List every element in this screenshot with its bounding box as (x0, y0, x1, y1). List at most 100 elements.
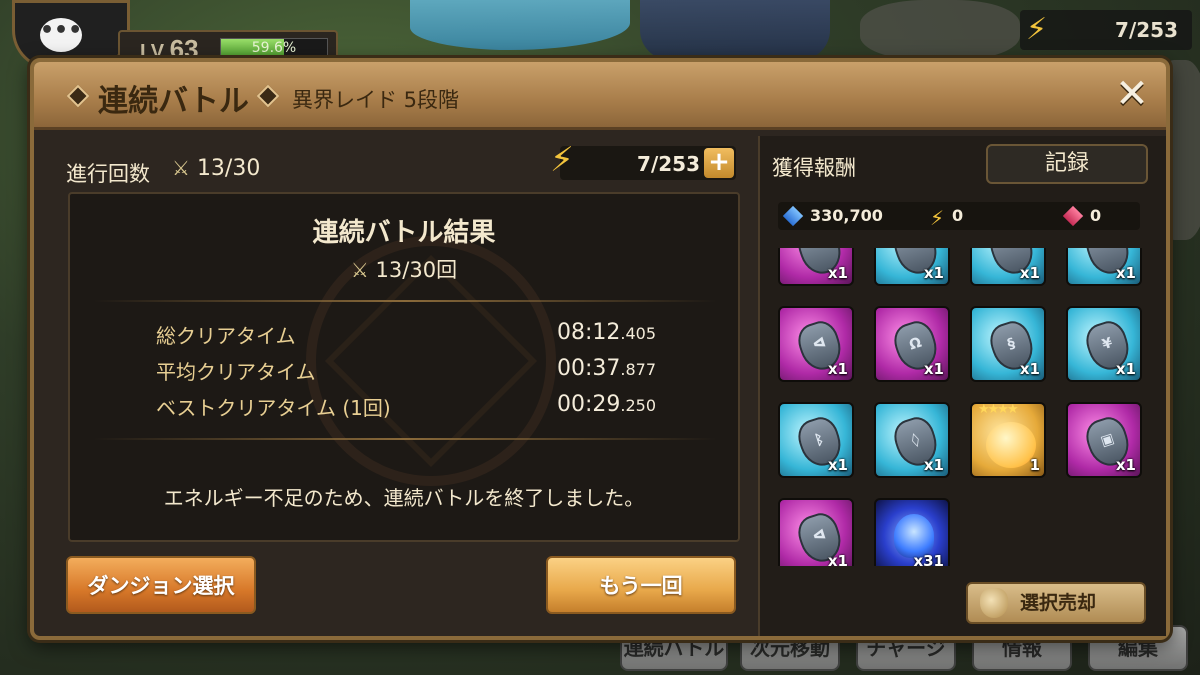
reward-item-rune[interactable]: ¥ x1 (1066, 306, 1142, 382)
diamond-icon (256, 84, 280, 108)
reward-quantity: x1 (827, 552, 848, 566)
crystal-icon (782, 205, 804, 227)
select-sell-button[interactable]: 選択売却 (966, 582, 1146, 624)
energy-currency: ⚡ 0 (930, 204, 964, 230)
reward-item-monster[interactable]: ★★★★ 1 (970, 402, 1046, 478)
reward-item-rune[interactable]: x1 (970, 248, 1046, 286)
background-castle (640, 0, 830, 60)
result-count: 13/30回 (375, 258, 458, 282)
energy-reward-value: 0 (952, 206, 964, 225)
red-crystal-value: 0 (1090, 206, 1102, 225)
red-crystal-currency: 0 (1062, 204, 1102, 228)
exp-bar: 59.6% (220, 38, 328, 58)
diamond-icon (66, 84, 90, 108)
time-main: 00:29 (556, 392, 621, 417)
progress-value-wrap: ⚔ 13/30 (172, 156, 260, 181)
background-rock (860, 0, 1020, 60)
divider (94, 300, 716, 302)
time-ms: .877 (620, 360, 656, 379)
reward-item-rune[interactable]: ᐊ x1 (778, 306, 854, 382)
progress-label: 進行回数 (66, 158, 150, 188)
reward-quantity: x31 (913, 552, 944, 566)
red-crystal-icon (1062, 205, 1084, 227)
reward-item-rune[interactable]: ◊ x1 (874, 402, 950, 478)
reward-quantity: x1 (923, 456, 944, 474)
time-ms: .405 (620, 324, 656, 343)
reward-quantity: x1 (827, 360, 848, 378)
crystal-value: 330,700 (810, 206, 883, 225)
crystal-currency: 330,700 (782, 204, 883, 228)
reward-item-rune[interactable]: Ωx1 (874, 306, 950, 382)
rewards-panel: 獲得報酬 記録 330,700 ⚡ 0 0 x1 x1 x1 x1 ᐊ x1 Ωx1 § x1 ¥ x… (758, 136, 1166, 636)
time-row-total: 総クリアタイム 08:12.405 (156, 320, 656, 350)
time-row-average: 平均クリアタイム 00:37.877 (156, 356, 656, 386)
result-message: エネルギー不足のため、連続バトルを終了しました。 (163, 486, 645, 510)
result-title: 連続バトル結果 (312, 218, 496, 248)
reward-quantity: x1 (1115, 456, 1136, 474)
dialog-title: 連続バトル (98, 84, 249, 119)
time-row-best: ベストクリアタイム (1回) 00:29.250 (156, 392, 656, 422)
rewards-grid-scroll[interactable]: x1 x1 x1 x1 ᐊ x1 Ωx1 § x1 ¥ x1 ᛒ x1 ◊ x1 ★★★★ 1 ▣ x1 ᐊ x1 x31 (778, 248, 1154, 566)
close-button[interactable]: ✕ (1110, 74, 1154, 118)
reward-item-rune[interactable]: x1 (778, 248, 854, 286)
time-value: 08:12.405 (557, 320, 656, 345)
energy-icon: ⚡ (1026, 12, 1048, 47)
divider (94, 438, 716, 440)
energy-icon: ⚡ (930, 206, 945, 230)
reward-quantity: x1 (1115, 264, 1136, 282)
reward-item-rune[interactable]: ᐊ x1 (778, 498, 854, 566)
rune-symbol: ▣ (1098, 430, 1117, 450)
reward-quantity: 1 (1029, 456, 1040, 474)
progress-label-text: 進行回数 (66, 162, 150, 186)
energy-icon: ⚡ (550, 140, 574, 180)
top-energy-counter: ⚡ 7/253 (1020, 10, 1192, 50)
reward-quantity: x1 (827, 456, 848, 474)
rewards-grid: x1 x1 x1 x1 ᐊ x1 Ωx1 § x1 ¥ x1 ᛒ x1 ◊ x1 ★★★★ 1 ▣ x1 ᐊ x1 x31 (778, 248, 1142, 566)
crossed-swords-icon: ⚔ (172, 156, 190, 180)
reward-quantity: x1 (923, 264, 944, 282)
select-sell-label: 選択売却 (1020, 592, 1097, 614)
reward-item-rune[interactable]: § x1 (970, 306, 1046, 382)
time-value: 00:29.250 (557, 392, 656, 417)
retry-button[interactable]: もう一回 (546, 556, 736, 614)
record-button[interactable]: 記録 (986, 144, 1148, 184)
time-ms: .250 (620, 396, 656, 415)
rewards-title: 獲得報酬 (772, 156, 856, 180)
time-label: ベストクリアタイム (1回) (156, 396, 391, 420)
energy-bar: ⚡ 7/253 + (550, 140, 736, 180)
time-main: 08:12 (556, 320, 621, 345)
reward-quantity: x1 (1019, 264, 1040, 282)
progress-value: 13/30 (196, 156, 261, 181)
time-label: 総クリアタイム (156, 324, 296, 348)
battle-summary-panel: 進行回数 ⚔ 13/30 ⚡ 7/253 + 連続バトル結果 ⚔ 13/30回 … (60, 136, 760, 626)
reward-item-rune[interactable]: x1 (1066, 248, 1142, 286)
energy-value: 7/253 (637, 152, 700, 176)
time-label: 平均クリアタイム (156, 360, 316, 384)
time-main: 00:37 (556, 356, 621, 381)
time-value: 00:37.877 (557, 356, 656, 381)
reward-quantity: x1 (827, 264, 848, 282)
rune-symbol: ᐊ (810, 526, 828, 546)
currency-bar: 330,700 ⚡ 0 0 (778, 202, 1140, 230)
repeat-battle-dialog: 連続バトル 異界レイド 5段階 ✕ 進行回数 ⚔ 13/30 ⚡ 7/253 +… (30, 58, 1170, 640)
rune-symbol: ◊ (909, 431, 922, 449)
reward-quantity: x1 (1115, 360, 1136, 378)
star-rating: ★★★★ (978, 402, 1019, 417)
reward-item-essence[interactable]: x31 (874, 498, 950, 566)
rune-symbol: ᛒ (812, 431, 826, 450)
reward-item-rune[interactable]: ▣ x1 (1066, 402, 1142, 478)
reward-quantity: x1 (1019, 360, 1040, 378)
result-count-wrap: ⚔ 13/30回 (70, 254, 738, 284)
reward-item-rune[interactable]: x1 (874, 248, 950, 286)
add-energy-button[interactable]: + (704, 148, 734, 178)
monster-icon (986, 422, 1036, 468)
rune-symbol: ¥ (1100, 334, 1115, 354)
chat-icon[interactable]: ••• (40, 18, 82, 52)
dungeon-select-button[interactable]: ダンジョン選択 (66, 556, 256, 614)
top-energy-value: 7/253 (1115, 18, 1178, 42)
reward-item-rune[interactable]: ᛒ x1 (778, 402, 854, 478)
rune-symbol: ᐊ (810, 334, 828, 354)
dialog-header: 連続バトル 異界レイド 5段階 ✕ (34, 62, 1166, 130)
reward-quantity: x1 (923, 360, 944, 378)
rune-symbol: § (1005, 335, 1018, 353)
